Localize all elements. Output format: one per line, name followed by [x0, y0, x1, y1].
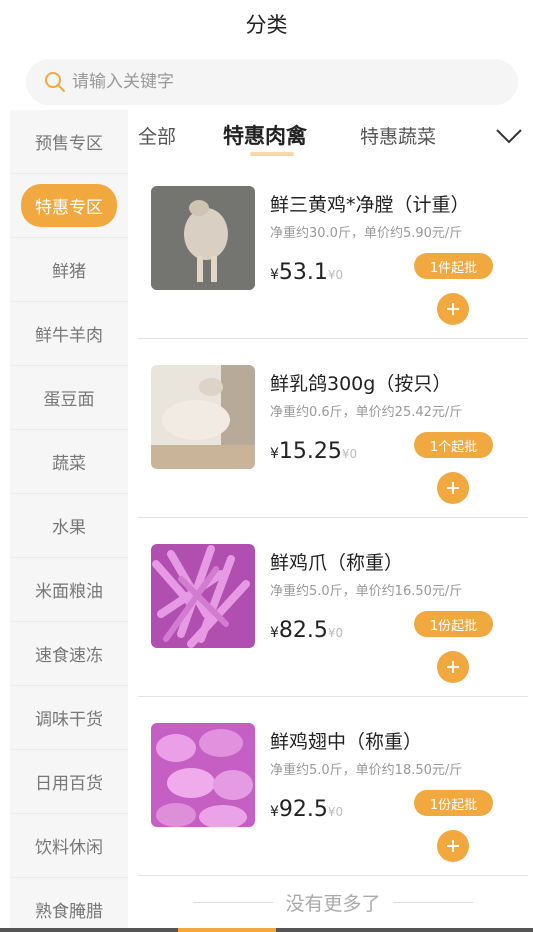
old-price: ¥0 — [327, 626, 344, 640]
sidebar-item-vegetables[interactable]: 蔬菜 — [10, 430, 128, 494]
sidebar-item-label: 米面粮油 — [35, 582, 103, 602]
product-price: ¥15.25¥0 — [270, 439, 357, 464]
sidebar-item-daily-goods[interactable]: 日用百货 — [10, 750, 128, 814]
product-image[interactable] — [151, 186, 255, 290]
product-price: ¥82.5¥0 — [270, 618, 343, 643]
tab-meat-poultry[interactable]: 特惠肉禽 — [223, 120, 307, 150]
sidebar-item-label: 特惠专区 — [21, 184, 117, 227]
product-name: 鲜乳鸽300g（按只） — [270, 373, 452, 395]
product-list: 鲜三黄鸡*净膛（计重） 净重约30.0斤，单价约5.90元/斤 ¥53.1¥0 … — [138, 160, 528, 876]
add-to-cart-button[interactable] — [437, 651, 469, 683]
tab-vegetables[interactable]: 特惠蔬菜 — [360, 122, 436, 149]
sidebar-item-label: 预售专区 — [35, 134, 103, 154]
add-to-cart-button[interactable] — [437, 472, 469, 504]
page-title: 分类 — [245, 13, 288, 37]
price-value: 82.5 — [278, 618, 328, 643]
sidebar-item-label: 鲜猪 — [52, 262, 86, 282]
product-spec: 净重约30.0斤，单价约5.90元/斤 — [270, 226, 463, 241]
old-price: ¥0 — [327, 805, 344, 819]
plus-icon — [447, 482, 459, 494]
plus-icon — [447, 840, 459, 852]
old-price: ¥0 — [341, 447, 358, 461]
product-item[interactable]: 鲜三黄鸡*净膛（计重） 净重约30.0斤，单价约5.90元/斤 ¥53.1¥0 … — [138, 160, 528, 339]
sidebar-item-label: 日用百货 — [35, 774, 103, 794]
sidebar-item-beef-lamb[interactable]: 鲜牛羊肉 — [10, 302, 128, 366]
price-currency: ¥ — [270, 267, 279, 283]
sidebar-item-label: 速食速冻 — [35, 646, 103, 666]
sidebar-item-label: 鲜牛羊肉 — [35, 326, 103, 346]
add-to-cart-button[interactable] — [437, 830, 469, 862]
sidebar-item-drinks-snacks[interactable]: 饮料休闲 — [10, 814, 128, 878]
add-to-cart-button[interactable] — [437, 293, 469, 325]
page-header: 分类 — [0, 0, 533, 48]
old-price: ¥0 — [327, 268, 344, 282]
price-currency: ¥ — [270, 625, 279, 641]
sidebar-item-pork[interactable]: 鲜猪 — [10, 238, 128, 302]
sidebar-item-label: 蛋豆面 — [43, 390, 95, 410]
sidebar-item-label: 蔬菜 — [52, 454, 86, 474]
sidebar-item-egg-tofu-noodle[interactable]: 蛋豆面 — [10, 366, 128, 430]
chevron-down-icon[interactable] — [495, 126, 523, 146]
price-value: 92.5 — [278, 797, 328, 822]
product-item[interactable]: 鲜鸡爪（称重） 净重约5.0斤，单价约16.50元/斤 ¥82.5¥0 1份起批 — [138, 518, 528, 697]
product-image[interactable] — [151, 365, 255, 469]
product-price: ¥53.1¥0 — [270, 260, 343, 285]
sidebar-item-frozen[interactable]: 速食速冻 — [10, 622, 128, 686]
product-spec: 净重约0.6斤，单价约25.42元/斤 — [270, 405, 463, 420]
product-spec: 净重约5.0斤，单价约18.50元/斤 — [270, 763, 463, 778]
list-end-indicator: 没有更多了 — [138, 882, 528, 922]
no-more-text: 没有更多了 — [285, 892, 381, 915]
product-item[interactable]: 鲜鸡翅中（称重） 净重约5.0斤，单价约18.50元/斤 ¥92.5¥0 1份起… — [138, 697, 528, 876]
sidebar-item-presale[interactable]: 预售专区 — [10, 110, 128, 174]
sidebar-item-label: 水果 — [52, 518, 86, 538]
min-order-badge: 1份起批 — [414, 790, 493, 816]
plus-icon — [447, 661, 459, 673]
search-icon — [44, 71, 66, 93]
price-currency: ¥ — [270, 446, 279, 462]
min-order-badge: 1份起批 — [414, 611, 493, 637]
price-value: 15.25 — [278, 439, 342, 464]
product-name: 鲜鸡翅中（称重） — [270, 731, 423, 753]
sidebar-item-special-offer[interactable]: 特惠专区 — [10, 174, 128, 238]
search-bar[interactable] — [26, 59, 518, 105]
subcategory-tabs: 全部 特惠肉禽 特惠蔬菜 — [128, 110, 533, 164]
tab-all[interactable]: 全部 — [138, 122, 176, 149]
product-image[interactable] — [151, 544, 255, 648]
plus-icon — [447, 303, 459, 315]
divider — [193, 901, 274, 903]
price-value: 53.1 — [278, 260, 328, 285]
sidebar-item-fruit[interactable]: 水果 — [10, 494, 128, 558]
min-order-badge: 1个起批 — [414, 432, 493, 458]
product-spec: 净重约5.0斤，单价约16.50元/斤 — [270, 584, 463, 599]
sidebar-item-seasoning[interactable]: 调味干货 — [10, 686, 128, 750]
sidebar-item-cured-food[interactable]: 熟食腌腊 — [10, 878, 128, 932]
min-order-badge: 1件起批 — [414, 253, 493, 279]
sidebar-item-grain-oil[interactable]: 米面粮油 — [10, 558, 128, 622]
search-input[interactable] — [72, 72, 492, 92]
product-name: 鲜三黄鸡*净膛（计重） — [270, 194, 470, 216]
divider — [392, 901, 473, 903]
category-sidebar: 预售专区 特惠专区 鲜猪 鲜牛羊肉 蛋豆面 蔬菜 水果 米面粮油 速食速冻 调味… — [10, 110, 128, 932]
bottom-nav-bar — [0, 928, 533, 932]
product-name: 鲜鸡爪（称重） — [270, 552, 404, 574]
product-price: ¥92.5¥0 — [270, 797, 343, 822]
price-currency: ¥ — [270, 804, 279, 820]
sidebar-item-label: 饮料休闲 — [35, 838, 103, 858]
active-tab-underline — [250, 152, 294, 156]
sidebar-item-label: 熟食腌腊 — [35, 902, 103, 922]
sidebar-item-label: 调味干货 — [35, 710, 103, 730]
product-image[interactable] — [151, 723, 255, 827]
product-item[interactable]: 鲜乳鸽300g（按只） 净重约0.6斤，单价约25.42元/斤 ¥15.25¥0… — [138, 339, 528, 518]
bottom-nav-active-indicator — [178, 928, 276, 932]
